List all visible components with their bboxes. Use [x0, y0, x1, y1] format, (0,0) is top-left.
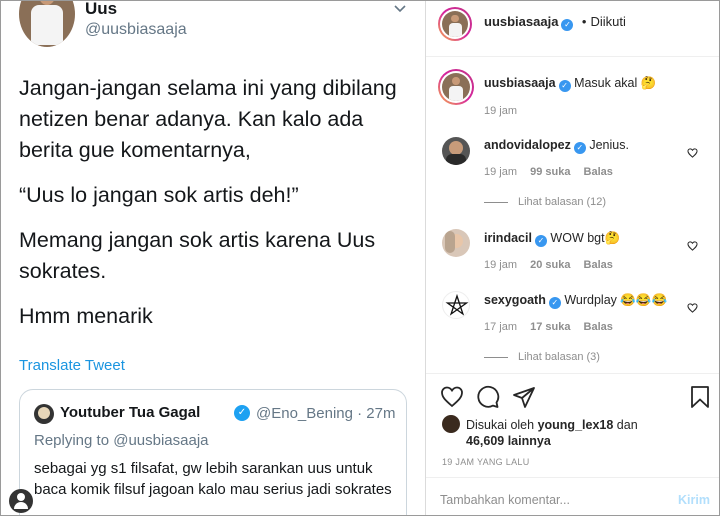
- comment-time: 19 jam: [484, 166, 518, 178]
- view-replies-link[interactable]: Lihat balasan (12): [484, 196, 606, 208]
- view-replies-link[interactable]: Lihat balasan (3): [484, 351, 600, 363]
- verified-badge-icon: ✓: [561, 19, 574, 31]
- header-user-line: uusbiasaaja ✓ • Diikuti: [484, 13, 626, 31]
- comment: sexygoath ✓ Wurdplay 😂😂😂: [484, 293, 667, 309]
- comment-input[interactable]: Tambahkan komentar...: [440, 493, 570, 507]
- likes-count[interactable]: 46,609 lainnya: [466, 434, 551, 448]
- heart-icon[interactable]: [687, 238, 698, 251]
- comment: irindacil ✓ WOW bgt🤔: [484, 231, 620, 247]
- caption-avatar[interactable]: [438, 69, 474, 105]
- comment-time: 19 jam: [484, 259, 518, 271]
- comment-text: Jenius.: [589, 138, 629, 152]
- section-divider: [426, 477, 719, 478]
- heart-icon[interactable]: [687, 300, 698, 313]
- comment-avatar[interactable]: [442, 229, 470, 257]
- caption-username[interactable]: uusbiasaaja: [484, 76, 556, 90]
- likes-line-2: 46,609 lainnya: [442, 433, 712, 449]
- profile-icon-head: [17, 493, 25, 501]
- comment-username[interactable]: irindacil: [484, 231, 532, 245]
- post-header: uusbiasaaja ✓ • Diikuti: [426, 1, 719, 57]
- chevron-down-icon[interactable]: [393, 1, 407, 17]
- likes-prefix: Disukai oleh: [466, 418, 535, 432]
- tweet-paragraph: Jangan-jangan selama ini yang dibilang n…: [19, 76, 397, 162]
- verified-badge-icon: ✓: [534, 235, 547, 247]
- replying-prefix: Replying to: [34, 432, 114, 449]
- quoted-author-name: Youtuber Tua Gagal: [60, 404, 201, 421]
- tweet-text: Jangan-jangan selama ini yang dibilang n…: [19, 73, 414, 346]
- comment-avatar[interactable]: [442, 291, 470, 319]
- comment-likes[interactable]: 20 suka: [530, 259, 570, 271]
- like-heart-icon[interactable]: [440, 385, 464, 409]
- tweet-paragraph: “Uus lo jangan sok artis deh!”: [19, 183, 299, 207]
- comment-avatar[interactable]: [442, 137, 470, 165]
- comment-username[interactable]: sexygoath: [484, 293, 546, 307]
- quoted-author-avatar: [34, 404, 54, 424]
- screenshot-frame: Uus @uusbiasaaja Jangan-jangan selama in…: [0, 0, 720, 516]
- header-username[interactable]: uusbiasaaja: [484, 14, 558, 29]
- comment-text: Wurdplay 😂😂😂: [564, 293, 668, 307]
- comment: andovidalopez ✓ Jenius.: [484, 138, 629, 154]
- reply-button[interactable]: Balas: [584, 259, 613, 271]
- instagram-panel: uusbiasaaja ✓ • Diikuti uusbiasaaja ✓ Masuk…: [426, 1, 719, 515]
- post-timestamp: 19 JAM YANG LALU: [442, 457, 530, 467]
- comment-likes[interactable]: 17 suka: [530, 321, 570, 333]
- likes-line-1: Disukai oleh young_lex18 dan: [442, 415, 712, 433]
- reply-button[interactable]: Balas: [584, 321, 613, 333]
- tweet-author-name[interactable]: Uus: [85, 1, 117, 19]
- replying-handle-link[interactable]: @uusbiasaaja: [113, 432, 208, 449]
- caption: uusbiasaaja ✓ Masuk akal 🤔: [484, 76, 656, 92]
- comment-text: WOW bgt🤔: [550, 231, 621, 245]
- section-divider: [426, 373, 719, 374]
- tweet-author-avatar[interactable]: [19, 1, 75, 47]
- caption-time: 19 jam: [484, 105, 518, 117]
- liker-username[interactable]: young_lex18: [538, 418, 614, 432]
- tweet-paragraph: Hmm menarik: [19, 304, 153, 328]
- replying-to: Replying to @uusbiasaaja: [34, 432, 209, 449]
- header-avatar[interactable]: [438, 7, 472, 41]
- pentagram-icon: [445, 293, 469, 316]
- verified-badge-icon: ✓: [548, 297, 561, 309]
- avatar-face: [38, 407, 50, 419]
- comment-meta: 19 jam 99 suka Balas: [484, 166, 613, 178]
- verified-badge-icon: ✓: [234, 405, 250, 421]
- caption-text: Masuk akal 🤔: [574, 76, 657, 90]
- likes-connector: dan: [616, 418, 638, 432]
- quoted-author-meta: @Eno_Bening · 27m: [256, 405, 396, 422]
- tweet-author-handle[interactable]: @uusbiasaaja: [85, 21, 187, 39]
- liker-avatar[interactable]: [442, 415, 460, 433]
- post-comment-button[interactable]: Kirim: [678, 493, 710, 507]
- comment-username[interactable]: andovidalopez: [484, 138, 571, 152]
- verified-badge-icon: ✓: [558, 80, 571, 92]
- follow-status-button[interactable]: Diikuti: [590, 14, 625, 29]
- share-icon[interactable]: [512, 385, 536, 409]
- comment-likes[interactable]: 99 suka: [530, 166, 570, 178]
- comment-icon[interactable]: [476, 385, 500, 409]
- avatar-shirt: [31, 5, 63, 45]
- verified-badge-icon: ✓: [573, 142, 586, 154]
- profile-icon[interactable]: [9, 489, 33, 513]
- heart-icon[interactable]: [687, 145, 698, 158]
- reply-button[interactable]: Balas: [584, 166, 613, 178]
- comment-meta: 17 jam 17 suka Balas: [484, 321, 613, 333]
- quoted-tweet[interactable]: Youtuber Tua Gagal ✓ @Eno_Bening · 27m R…: [19, 389, 407, 515]
- likes-summary: Disukai oleh young_lex18 dan 46,609 lain…: [442, 415, 712, 449]
- translate-tweet-link[interactable]: Translate Tweet: [19, 357, 125, 374]
- comment-time: 17 jam: [484, 321, 518, 333]
- quoted-tweet-text: sebagai yg s1 filsafat, gw lebih saranka…: [34, 460, 392, 498]
- header-separator: •: [581, 14, 587, 29]
- tweet-paragraph: Memang jangan sok artis karena Uus sokra…: [19, 228, 376, 283]
- tweet-panel: Uus @uusbiasaaja Jangan-jangan selama in…: [1, 1, 425, 515]
- profile-icon-body: [14, 502, 28, 509]
- bookmark-icon[interactable]: [688, 385, 712, 409]
- comment-meta: 19 jam 20 suka Balas: [484, 259, 613, 271]
